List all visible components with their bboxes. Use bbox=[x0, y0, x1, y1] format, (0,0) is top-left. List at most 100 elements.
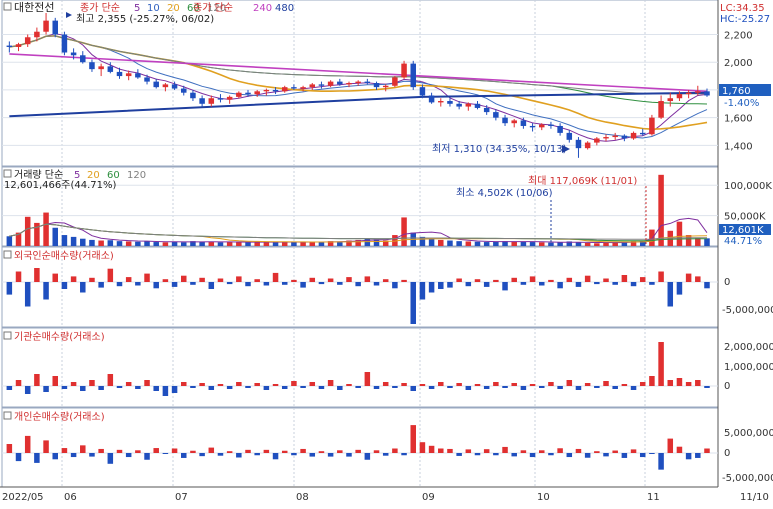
candle-body bbox=[401, 63, 407, 78]
foreign-bar bbox=[98, 282, 104, 288]
institution-bar bbox=[502, 386, 508, 388]
institution-bar bbox=[428, 386, 435, 389]
candle-body bbox=[392, 77, 398, 86]
institution-bar bbox=[621, 384, 628, 386]
chart-canvas[interactable]: 2022/0506070809101111/102,2002,0001,8001… bbox=[0, 0, 773, 505]
foreign-bar bbox=[318, 282, 325, 285]
legend-ma240-value: 240 bbox=[253, 3, 272, 14]
foreign-bar bbox=[263, 282, 270, 286]
foreign-bar bbox=[291, 279, 297, 282]
candle-body bbox=[15, 44, 22, 47]
institution-bar bbox=[704, 386, 710, 388]
candle-body bbox=[465, 103, 472, 107]
foreign-bar bbox=[300, 282, 306, 288]
volume-bar bbox=[447, 240, 453, 246]
foreign-bar bbox=[483, 282, 490, 287]
volume-bar bbox=[52, 227, 58, 246]
foreign-bar bbox=[15, 271, 22, 282]
foreign-tick-label: 0 bbox=[724, 277, 730, 288]
individual-bar bbox=[116, 449, 123, 453]
foreign-bar bbox=[584, 275, 591, 282]
individual-bar bbox=[254, 453, 260, 456]
volume-legend-checkbox[interactable] bbox=[3, 169, 12, 178]
individual-bar bbox=[557, 448, 563, 453]
volume-bar bbox=[548, 242, 554, 246]
institution-bar bbox=[208, 386, 215, 390]
foreign-bar bbox=[337, 282, 343, 285]
individual-bar bbox=[125, 453, 132, 458]
volume-bar bbox=[685, 235, 692, 246]
institution-bar bbox=[272, 384, 279, 386]
institution-bar bbox=[171, 386, 178, 393]
candle-body bbox=[70, 52, 77, 56]
individual-bar bbox=[667, 438, 674, 453]
individual-bar bbox=[502, 446, 508, 453]
candle-body bbox=[529, 125, 536, 128]
individual-bar bbox=[373, 450, 380, 453]
foreign-bar bbox=[428, 282, 435, 293]
foreign-bar bbox=[190, 282, 196, 285]
foreign-bar bbox=[676, 282, 683, 295]
candle-body bbox=[217, 98, 224, 100]
individual-bar bbox=[566, 453, 573, 458]
individual-bar bbox=[327, 453, 334, 457]
foreign-bar bbox=[116, 282, 123, 287]
foreign-bar bbox=[24, 282, 31, 307]
legend-checkbox[interactable] bbox=[3, 2, 12, 11]
foreign-bar bbox=[695, 276, 701, 282]
institution-bar bbox=[181, 382, 187, 386]
inst-panel-checkbox[interactable] bbox=[3, 331, 12, 340]
institution-bar bbox=[80, 386, 86, 391]
individual-bar bbox=[181, 453, 187, 458]
volume-min-annotation: 최소 4,502K (10/06) bbox=[456, 187, 553, 199]
candle-body bbox=[171, 84, 178, 89]
individual-bar bbox=[291, 453, 297, 456]
institution-bar bbox=[539, 386, 545, 388]
institution-bar bbox=[144, 380, 150, 386]
institution-bar bbox=[612, 386, 618, 389]
institution-bar bbox=[15, 380, 22, 386]
individual-bar bbox=[695, 453, 701, 458]
institution-bar bbox=[373, 386, 380, 389]
indiv-panel-checkbox[interactable] bbox=[3, 411, 12, 420]
price-tick-label: 2,000 bbox=[724, 58, 753, 69]
individual-panel bbox=[1, 407, 719, 488]
candle-body bbox=[43, 20, 49, 32]
foreign-panel-checkbox[interactable] bbox=[3, 250, 12, 259]
foreign-bar bbox=[272, 272, 279, 282]
individual-bar bbox=[685, 453, 692, 460]
candle-body bbox=[125, 73, 132, 77]
foreign-bar bbox=[236, 276, 242, 282]
foreign-bar bbox=[539, 282, 545, 286]
individual-bar bbox=[419, 442, 426, 453]
volume-bar bbox=[520, 241, 527, 246]
individual-bar bbox=[438, 448, 444, 453]
volume-bar bbox=[575, 242, 582, 246]
candle-body bbox=[107, 66, 114, 72]
candle-body bbox=[410, 63, 416, 88]
institution-bar bbox=[529, 384, 536, 386]
candle-body bbox=[80, 55, 86, 63]
volume-bar bbox=[135, 241, 141, 246]
institution-bar bbox=[263, 386, 270, 390]
foreign-bar bbox=[557, 282, 563, 289]
foreign-bar bbox=[89, 277, 95, 282]
individual-bar bbox=[364, 453, 371, 460]
x-axis-month-label: 07 bbox=[175, 492, 188, 503]
individual-bar bbox=[529, 453, 536, 458]
foreign-bar bbox=[594, 282, 600, 285]
candle-body bbox=[337, 81, 343, 85]
price-tick-label: 1,600 bbox=[724, 114, 753, 125]
institution-bar bbox=[291, 381, 297, 386]
institution-bar bbox=[70, 382, 77, 386]
foreign-bar bbox=[346, 277, 352, 282]
institution-bar bbox=[162, 386, 169, 396]
foreign-bar bbox=[382, 279, 389, 282]
individual-bar bbox=[511, 453, 517, 457]
current-price: 1,760 bbox=[722, 86, 751, 97]
candle-body bbox=[621, 135, 628, 139]
individual-bar bbox=[300, 448, 306, 453]
institution-bar bbox=[346, 384, 352, 386]
volume-box-pct: 44.71% bbox=[724, 236, 762, 247]
candle-body bbox=[355, 81, 361, 83]
